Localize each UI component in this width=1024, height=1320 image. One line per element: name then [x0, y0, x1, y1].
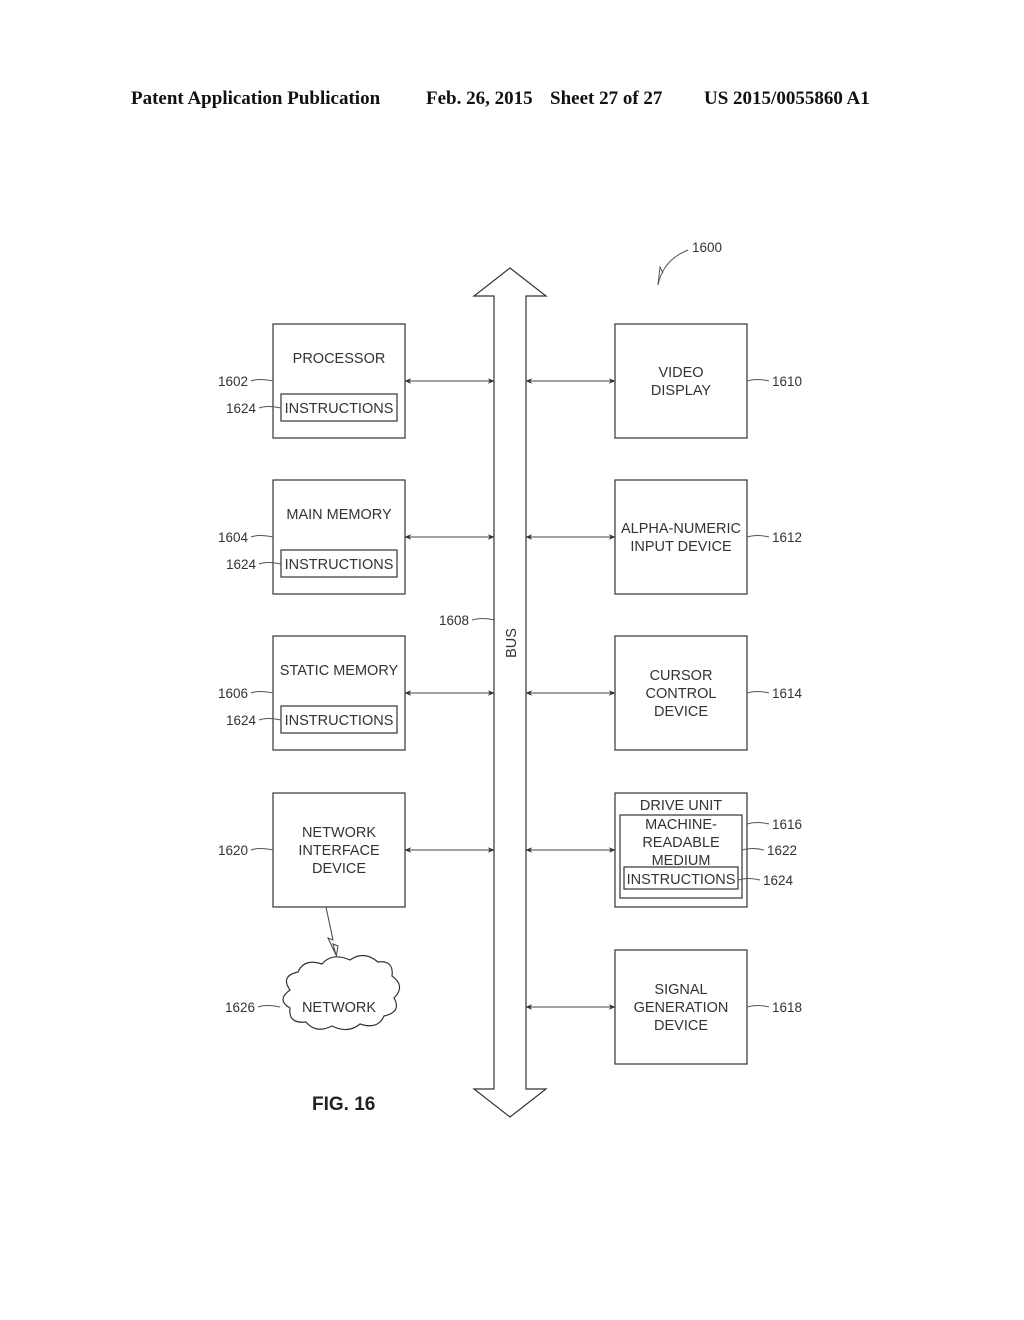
static-memory-ref: 1606	[218, 686, 248, 701]
bus-ref-leader	[471, 618, 495, 621]
drive-unit-ref: 1616	[772, 817, 802, 832]
network-interface-device-label: DEVICE	[312, 861, 366, 877]
processor-leader	[250, 379, 274, 382]
cursor-control-device-leader	[746, 691, 770, 694]
alpha-numeric-input-device-block	[614, 479, 748, 595]
cursor-control-device-label: CURSOR	[650, 668, 713, 684]
cursor-control-device-label: DEVICE	[654, 704, 708, 720]
main-memory-instructions-ref: 1624	[226, 557, 257, 572]
alpha-numeric-input-device-label: ALPHA-NUMERIC	[621, 521, 741, 537]
processor-instructions-ref: 1624	[226, 401, 257, 416]
signal-generation-device-label: DEVICE	[654, 1018, 708, 1034]
bus-ref: 1608	[439, 613, 469, 628]
video-display-label: DISPLAY	[651, 383, 712, 399]
static-memory-instructions-label: INSTRUCTIONS	[285, 713, 394, 729]
network-interface-device-ref: 1620	[218, 843, 248, 858]
signal-generation-device-label: SIGNAL	[654, 982, 707, 998]
main-memory-instructions-label: INSTRUCTIONS	[285, 557, 394, 573]
drive-unit-instructions-ref: 1624	[763, 873, 794, 888]
signal-generation-device-leader	[746, 1005, 770, 1008]
drive-unit-instructions-label: INSTRUCTIONS	[627, 872, 736, 888]
processor-ref: 1602	[218, 374, 248, 389]
network-interface-device-label: NETWORK	[302, 825, 376, 841]
network-cloud-icon	[282, 954, 401, 1031]
static-memory-instructions-ref: 1624	[226, 713, 257, 728]
block-diagram: BUS 1608 1600 PROCESSOR INSTRUCTIONS 1602 1624…	[218, 240, 803, 1118]
main-memory-leader	[250, 535, 274, 538]
bus-label: BUS	[504, 628, 520, 658]
network-leader	[257, 1005, 281, 1008]
video-display-label: VIDEO	[658, 365, 703, 381]
video-display-ref: 1610	[772, 374, 802, 389]
machine-readable-medium-ref: 1622	[767, 843, 797, 858]
video-display-leader	[746, 379, 770, 382]
cursor-control-device-ref: 1614	[772, 686, 803, 701]
alpha-numeric-input-device-ref: 1612	[772, 530, 802, 545]
cursor-control-device-label: CONTROL	[646, 686, 717, 702]
network-interface-device-leader	[250, 848, 274, 851]
alpha-numeric-input-device-leader	[746, 535, 770, 538]
static-memory-leader	[250, 691, 274, 694]
machine-readable-medium-label: READABLE	[642, 835, 720, 851]
drive-unit-label: DRIVE UNIT	[640, 798, 722, 814]
alpha-numeric-input-device-label: INPUT DEVICE	[630, 539, 732, 555]
processor-instructions-label: INSTRUCTIONS	[285, 401, 394, 417]
system-ref: 1600	[692, 240, 722, 255]
static-memory-label: STATIC MEMORY	[280, 663, 399, 679]
system-ref-leader	[657, 249, 689, 286]
network-ref: 1626	[225, 1000, 255, 1015]
network-label: NETWORK	[302, 1000, 376, 1016]
signal-generation-device-ref: 1618	[772, 1000, 802, 1015]
signal-generation-device-label: GENERATION	[634, 1000, 729, 1016]
processor-label: PROCESSOR	[293, 351, 386, 367]
video-display-block	[614, 323, 748, 439]
machine-readable-medium-label: MACHINE-	[645, 817, 717, 833]
main-memory-label: MAIN MEMORY	[286, 507, 392, 523]
network-interface-device-label: INTERFACE	[298, 843, 380, 859]
main-memory-ref: 1604	[218, 530, 249, 545]
figure-label: FIG. 16	[312, 1094, 375, 1115]
drive-unit-leader	[746, 822, 770, 825]
